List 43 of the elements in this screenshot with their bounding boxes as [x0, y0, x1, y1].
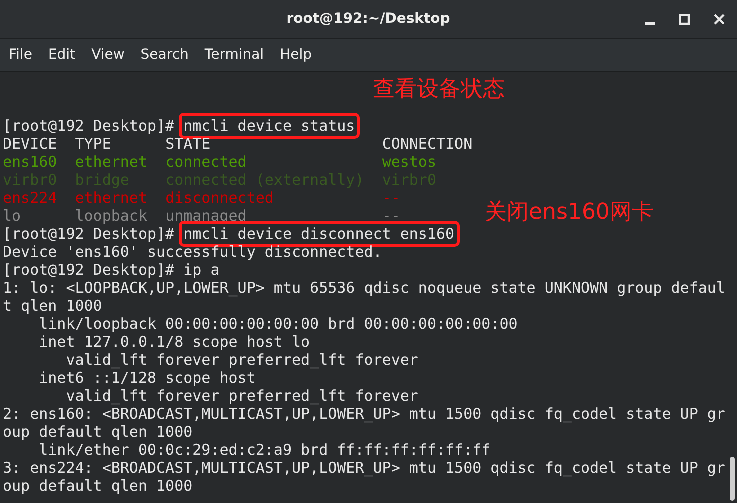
- output-line: valid_lft forever preferred_lft forever: [65, 351, 418, 369]
- output-line: link/loopback 00:00:00:00:00:00 brd 00:00:00:00:00:00: [38, 315, 518, 333]
- table-cell-text: DEVICE: [3, 135, 58, 153]
- annotation-note: 查看设备状态: [373, 77, 505, 103]
- output-line: oup default qlen 1000: [3, 477, 193, 495]
- output-line: valid_lft forever preferred_lft forever: [65, 387, 418, 405]
- table-cell-text: TYPE: [75, 135, 112, 153]
- menu-item[interactable]: File: [9, 47, 32, 63]
- command-text: ip a: [182, 260, 221, 281]
- output-line: inet6 ::1/128 scope host: [38, 369, 256, 387]
- menu-item[interactable]: Edit: [48, 47, 76, 63]
- menu-item[interactable]: View: [92, 47, 125, 63]
- menu-item[interactable]: Help: [280, 47, 312, 63]
- window-title: root@192:~/Desktop: [286, 11, 450, 27]
- output-line: inet 127.0.0.1/8 scope host lo: [38, 333, 310, 351]
- output-line: 1: lo: <LOOPBACK,UP,LOWER_UP> mtu 65536 qdisc noqueue state UNKNOWN group defaul: [3, 279, 726, 297]
- table-cell-text: loopback: [75, 207, 148, 225]
- menu-item[interactable]: Terminal: [204, 47, 264, 63]
- menu-item[interactable]: Search: [140, 47, 189, 63]
- command-text: nmcli device disconnect ens160: [178, 221, 460, 247]
- output-line: 2: ens160: <BROADCAST,MULTICAST,UP,LOWER_UP> mtu 1500 qdisc fq_codel state UP gr: [3, 405, 726, 423]
- shell-prompt: [root@192 Desktop]#: [3, 225, 176, 243]
- command-text: nmcli device status: [178, 113, 360, 139]
- table-cell-text: ethernet: [75, 153, 148, 171]
- output-line: 3: ens224: <BROADCAST,MULTICAST,UP,LOWER_UP> mtu 1500 qdisc fq_codel state UP gr: [3, 459, 726, 477]
- output-line: link/ether 00:0c:29:ed:c2:a9 brd ff:ff:ff:ff:ff:ff: [38, 441, 491, 459]
- table-cell-text: lo: [3, 207, 22, 225]
- maximize-icon[interactable]: [679, 14, 690, 25]
- close-icon[interactable]: [714, 14, 725, 25]
- shell-prompt: [root@192 Desktop]#: [3, 117, 176, 135]
- table-cell-text: ens160: [3, 153, 58, 171]
- table-cell-text: ethernet: [75, 189, 148, 207]
- annotation-note: 关闭ens160网卡: [485, 200, 654, 226]
- table-cell: CONNECTION: [382, 135, 473, 153]
- output-line: oup default qlen 1000: [3, 423, 193, 441]
- output-line: t qlen 1000: [3, 297, 102, 315]
- table-cell-text: connected: [166, 153, 248, 171]
- table-cell: westos: [382, 153, 436, 171]
- table-cell: --: [382, 189, 400, 207]
- scrollbar[interactable]: [730, 457, 735, 501]
- table-cell-text: ens224: [3, 189, 58, 207]
- table-cell-text: disconnected: [166, 189, 275, 207]
- shell-prompt: [root@192 Desktop]#: [3, 261, 176, 279]
